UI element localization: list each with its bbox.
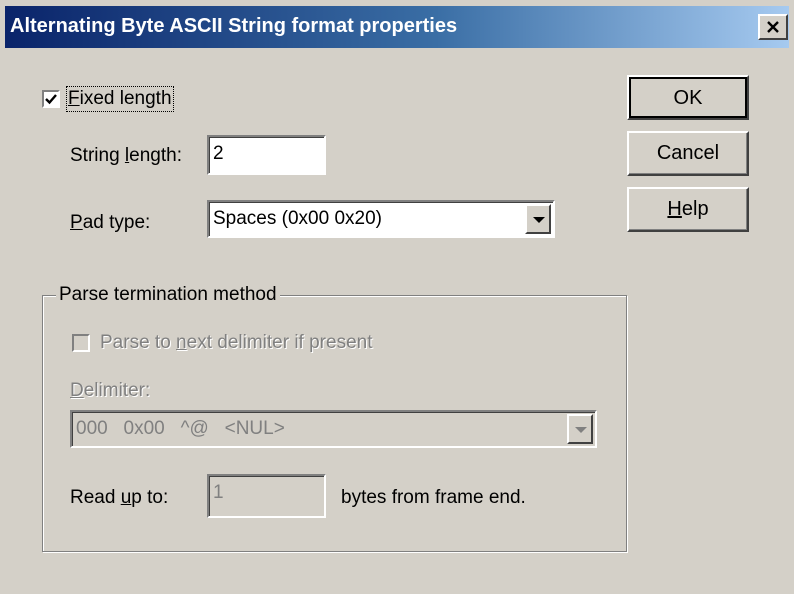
close-button[interactable] <box>758 14 788 40</box>
delimiter-dropdown-button[interactable] <box>567 414 593 444</box>
read-up-to-suffix: bytes from frame end. <box>341 487 526 508</box>
read-up-to-label: Read up to: <box>70 487 169 508</box>
help-button-rest: elp <box>681 198 709 220</box>
pad-type-dropdown-button[interactable] <box>525 204 551 234</box>
format-properties-dialog: Alternating Byte ASCII String format pro… <box>0 0 794 594</box>
title-bar[interactable]: Alternating Byte ASCII String format pro… <box>5 6 789 48</box>
pad-type-value: Spaces (0x00 0x20) <box>213 208 382 229</box>
help-button[interactable]: Help <box>627 187 749 232</box>
cancel-button[interactable]: Cancel <box>627 131 749 176</box>
checkmark-icon <box>45 94 57 105</box>
fixed-length-label-rest: ixed length <box>79 88 172 109</box>
delimiter-select[interactable]: 000 0x00 ^@ <NUL> <box>70 410 597 448</box>
chevron-down-icon <box>533 217 545 223</box>
window-title: Alternating Byte ASCII String format pro… <box>10 15 458 37</box>
string-length-label: String length: <box>70 145 182 166</box>
next-delimiter-checkbox[interactable] <box>72 334 90 352</box>
close-icon <box>767 21 779 33</box>
fixed-length-label[interactable]: Fixed length <box>66 86 174 112</box>
string-length-input[interactable]: 2 <box>207 135 326 175</box>
ok-button[interactable]: OK <box>627 75 749 120</box>
fixed-length-checkbox[interactable] <box>42 90 60 108</box>
next-delimiter-label: Parse to next delimiter if present <box>100 332 373 353</box>
parse-termination-title: Parse termination method <box>56 284 280 306</box>
delimiter-value: 000 0x00 ^@ <NUL> <box>76 418 285 439</box>
pad-type-select[interactable]: Spaces (0x00 0x20) <box>207 200 555 238</box>
delimiter-label: Delimiter: <box>70 380 151 401</box>
pad-type-label: Pad type: <box>70 212 151 233</box>
chevron-down-icon <box>575 427 587 433</box>
read-up-to-input[interactable]: 1 <box>207 474 326 518</box>
